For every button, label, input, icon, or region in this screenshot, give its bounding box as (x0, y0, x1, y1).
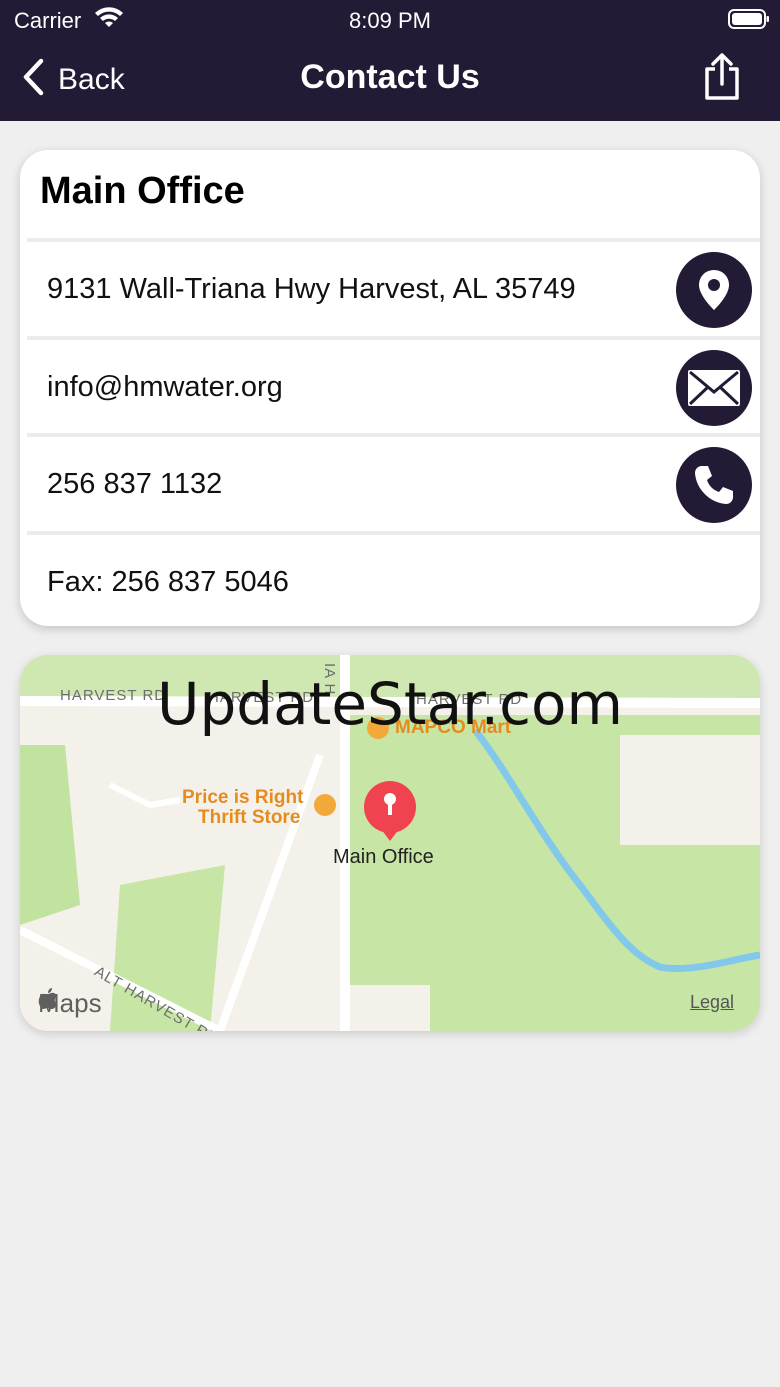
email-row[interactable]: info@hmwater.org (27, 336, 760, 434)
location-pin-icon[interactable] (676, 252, 752, 328)
card-heading: Main Office (40, 170, 245, 212)
road-label: HARVEST RD (416, 691, 523, 708)
mail-icon[interactable] (676, 350, 752, 426)
navigation-bar: Carrier 8:09 PM Back Contact Us (0, 0, 780, 121)
road-label: HARVEST RD (60, 687, 167, 704)
contact-card: Main Office 9131 Wall-Triana Hwy Harvest… (20, 150, 760, 626)
legal-link[interactable]: Legal (690, 992, 734, 1013)
poi-price-line2[interactable]: Thrift Store (198, 807, 300, 829)
road-label: HARVEST RD (208, 689, 315, 706)
pin-label: Main Office (333, 846, 434, 868)
battery-icon (728, 8, 769, 29)
map-view[interactable]: HARVEST RD HARVEST RD HARVEST RD IA H AL… (20, 655, 760, 1031)
phone-text: 256 837 1132 (47, 467, 223, 500)
page-title: Contact Us (300, 58, 480, 96)
phone-row[interactable]: 256 837 1132 (27, 433, 760, 531)
status-bar: Carrier 8:09 PM (0, 0, 780, 40)
road-label: IA H (321, 663, 338, 696)
address-text: 9131 Wall-Triana Hwy Harvest, AL 35749 (47, 272, 576, 305)
fax-text: Fax: 256 837 5046 (47, 565, 289, 598)
fax-row: Fax: 256 837 5046 (27, 531, 760, 626)
status-time: 8:09 PM (349, 8, 431, 33)
email-text: info@hmwater.org (47, 370, 283, 403)
share-button[interactable] (702, 53, 742, 106)
map-background (20, 655, 760, 1031)
maps-logo: Maps (38, 988, 102, 1019)
apple-icon (38, 988, 57, 1009)
poi-mapco[interactable]: MAPCO Mart (395, 717, 511, 739)
poi-price-line1[interactable]: Price is Right (182, 787, 303, 809)
share-icon (702, 53, 742, 105)
phone-icon[interactable] (676, 447, 752, 523)
address-row[interactable]: 9131 Wall-Triana Hwy Harvest, AL 35749 (27, 238, 760, 336)
